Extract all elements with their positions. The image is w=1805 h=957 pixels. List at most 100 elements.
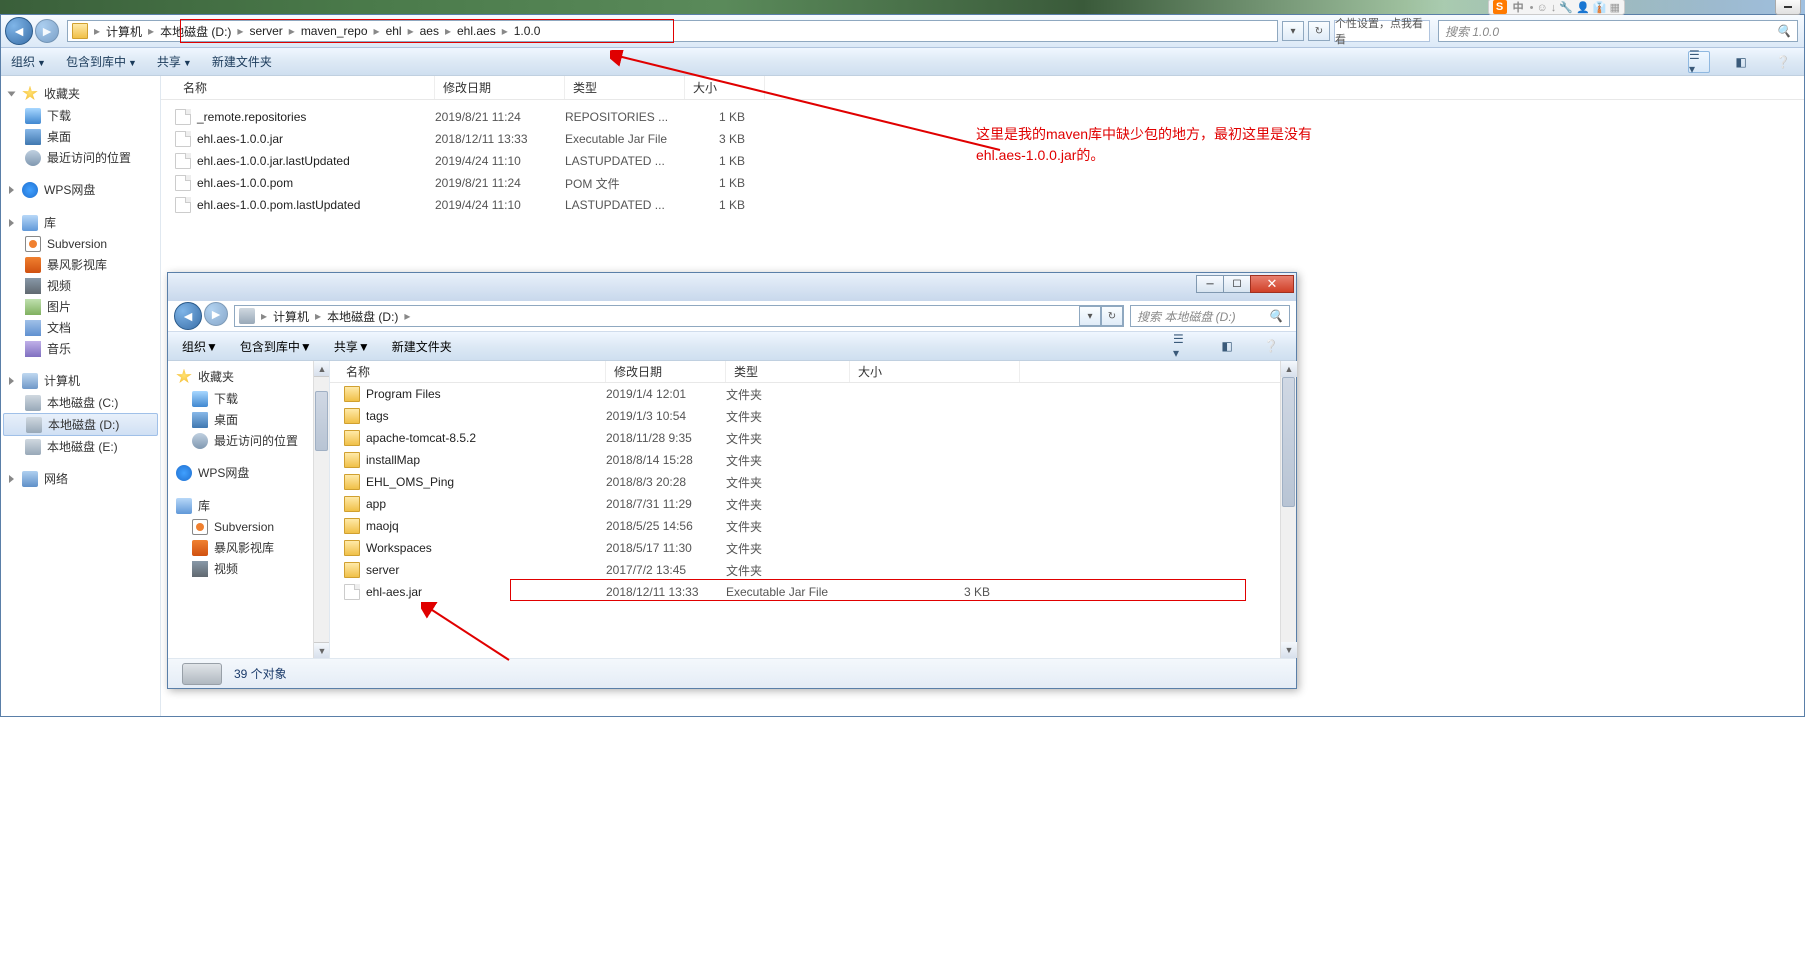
file-row[interactable]: app2018/7/31 11:29文件夹: [338, 493, 1296, 515]
inner-sidebar-desktop[interactable]: 桌面: [168, 409, 329, 430]
inner-column-size[interactable]: 大小: [850, 361, 1020, 382]
inner-column-date[interactable]: 修改日期: [606, 361, 726, 382]
forward-button[interactable]: ►: [35, 19, 59, 43]
inner-organize-menu[interactable]: 组织▼: [182, 338, 218, 355]
file-row[interactable]: Workspaces2018/5/17 11:30文件夹: [338, 537, 1296, 559]
inner-column-name[interactable]: 名称: [338, 361, 606, 382]
sidebar-item-music[interactable]: 音乐: [1, 338, 160, 359]
include-in-library-menu[interactable]: 包含到库中▼: [66, 53, 137, 70]
inner-sidebar-videos[interactable]: 视频: [168, 558, 329, 579]
scrollbar-thumb[interactable]: [1282, 377, 1295, 507]
new-folder-button[interactable]: 新建文件夹: [212, 53, 272, 70]
inner-sidebar-recent[interactable]: 最近访问的位置: [168, 430, 329, 451]
file-row[interactable]: installMap2018/8/14 15:28文件夹: [338, 449, 1296, 471]
inner-column-type[interactable]: 类型: [726, 361, 850, 382]
file-type: 文件夹: [726, 430, 850, 447]
view-options-button[interactable]: ☰ ▾: [1688, 51, 1710, 73]
inner-address-bar[interactable]: ▸ 计算机▸ 本地磁盘 (D:)▸ ▾ ↻: [234, 305, 1124, 327]
file-row[interactable]: ehl-aes.jar2018/12/11 13:33Executable Ja…: [338, 581, 1296, 603]
sidebar-item-subversion[interactable]: Subversion: [1, 234, 160, 254]
inner-sidebar-subversion[interactable]: Subversion: [168, 517, 329, 537]
column-header-name[interactable]: 名称: [175, 76, 435, 99]
inner-forward-button[interactable]: ►: [204, 302, 228, 326]
scrollbar-down-icon[interactable]: ▼: [1281, 642, 1297, 658]
file-row[interactable]: tags2019/1/3 10:54文件夹: [338, 405, 1296, 427]
breadcrumb[interactable]: 计算机: [269, 308, 313, 325]
inner-content-scrollbar[interactable]: ▲ ▼: [1280, 361, 1296, 658]
breadcrumb[interactable]: 计算机: [102, 23, 146, 40]
back-button[interactable]: ◄: [5, 17, 33, 45]
sidebar-group-computer[interactable]: 计算机: [1, 369, 160, 392]
inner-sidebar-libraries[interactable]: 库: [168, 494, 329, 517]
file-row[interactable]: maojq2018/5/25 14:56文件夹: [338, 515, 1296, 537]
inner-share-menu[interactable]: 共享▼: [334, 338, 370, 355]
sidebar-item-disk-c[interactable]: 本地磁盘 (C:): [1, 392, 160, 413]
breadcrumb[interactable]: maven_repo: [297, 24, 372, 38]
inner-minimize-button[interactable]: ─: [1196, 275, 1224, 293]
sidebar-item-disk-d[interactable]: 本地磁盘 (D:): [3, 413, 158, 436]
inner-sidebar-wps[interactable]: WPS网盘: [168, 461, 329, 484]
breadcrumb[interactable]: 1.0.0: [510, 24, 545, 38]
tip-box[interactable]: 个性设置，点我看看: [1334, 20, 1430, 42]
column-header-type[interactable]: 类型: [565, 76, 685, 99]
breadcrumb[interactable]: ehl.aes: [453, 24, 500, 38]
inner-sidebar-baofeng[interactable]: 暴风影视库: [168, 537, 329, 558]
scrollbar-down-icon[interactable]: ▼: [314, 642, 330, 658]
sidebar-item-disk-e[interactable]: 本地磁盘 (E:): [1, 436, 160, 457]
ime-toolbar[interactable]: S 中 • ☺ ↓ 🔧 👤 👔 ▦: [1488, 0, 1625, 15]
sidebar-item-baofeng[interactable]: 暴风影视库: [1, 254, 160, 275]
file-row[interactable]: EHL_OMS_Ping2018/8/3 20:28文件夹: [338, 471, 1296, 493]
inner-preview-pane-button[interactable]: ◧: [1216, 335, 1238, 357]
file-row[interactable]: ehl.aes-1.0.0.pom.lastUpdated2019/4/24 1…: [175, 194, 1804, 216]
scrollbar-up-icon[interactable]: ▲: [1281, 361, 1297, 377]
minimize-button[interactable]: [1775, 0, 1801, 15]
inner-new-folder-button[interactable]: 新建文件夹: [392, 338, 452, 355]
sidebar-item-recent[interactable]: 最近访问的位置: [1, 147, 160, 168]
file-name: ehl.aes-1.0.0.pom: [197, 176, 293, 190]
breadcrumb[interactable]: 本地磁盘 (D:): [323, 308, 402, 325]
ime-lang: 中: [1513, 0, 1524, 15]
inner-include-menu[interactable]: 包含到库中▼: [240, 338, 312, 355]
dropdown-button[interactable]: ▾: [1282, 21, 1304, 41]
search-input[interactable]: 搜索 1.0.0 🔍: [1438, 20, 1798, 42]
column-header-date[interactable]: 修改日期: [435, 76, 565, 99]
scrollbar-thumb[interactable]: [315, 391, 328, 451]
breadcrumb[interactable]: aes: [416, 24, 443, 38]
breadcrumb[interactable]: server: [245, 24, 286, 38]
inner-sidebar-favorites[interactable]: 收藏夹: [168, 365, 329, 388]
scrollbar-up-icon[interactable]: ▲: [314, 361, 330, 377]
sidebar-group-favorites[interactable]: 收藏夹: [1, 82, 160, 105]
sidebar-group-network[interactable]: 网络: [1, 467, 160, 490]
sidebar-item-pictures[interactable]: 图片: [1, 296, 160, 317]
breadcrumb[interactable]: ehl: [382, 24, 406, 38]
inner-back-button[interactable]: ◄: [174, 302, 202, 330]
sidebar-item-downloads[interactable]: 下载: [1, 105, 160, 126]
inner-sidebar-scrollbar[interactable]: ▲ ▼: [313, 361, 329, 658]
sogou-logo-icon: S: [1493, 0, 1507, 14]
inner-help-button[interactable]: ❔: [1260, 335, 1282, 357]
inner-view-options-button[interactable]: ☰ ▾: [1172, 335, 1194, 357]
column-header-size[interactable]: 大小: [685, 76, 765, 99]
breadcrumb[interactable]: 本地磁盘 (D:): [156, 23, 235, 40]
address-bar[interactable]: ▸ 计算机▸ 本地磁盘 (D:)▸ server▸ maven_repo▸ eh…: [67, 20, 1278, 42]
inner-close-button[interactable]: ✕: [1250, 275, 1294, 293]
preview-pane-button[interactable]: ◧: [1730, 51, 1752, 73]
inner-refresh-button[interactable]: ↻: [1101, 306, 1123, 326]
sidebar-group-libraries[interactable]: 库: [1, 211, 160, 234]
file-row[interactable]: ehl.aes-1.0.0.pom2019/8/21 11:24POM 文件1 …: [175, 172, 1804, 194]
refresh-button[interactable]: ↻: [1308, 21, 1330, 41]
help-button[interactable]: ❔: [1772, 51, 1794, 73]
sidebar-item-documents[interactable]: 文档: [1, 317, 160, 338]
sidebar-group-wps[interactable]: WPS网盘: [1, 178, 160, 201]
sidebar-item-videos[interactable]: 视频: [1, 275, 160, 296]
file-row[interactable]: Program Files2019/1/4 12:01文件夹: [338, 383, 1296, 405]
inner-search-input[interactable]: 搜索 本地磁盘 (D:) 🔍: [1130, 305, 1290, 327]
inner-dropdown-button[interactable]: ▾: [1079, 306, 1101, 326]
file-row[interactable]: server2017/7/2 13:45文件夹: [338, 559, 1296, 581]
inner-maximize-button[interactable]: ☐: [1223, 275, 1251, 293]
inner-sidebar-downloads[interactable]: 下载: [168, 388, 329, 409]
organize-menu[interactable]: 组织▼: [11, 53, 46, 70]
sidebar-item-desktop[interactable]: 桌面: [1, 126, 160, 147]
share-menu[interactable]: 共享▼: [157, 53, 192, 70]
file-row[interactable]: apache-tomcat-8.5.22018/11/28 9:35文件夹: [338, 427, 1296, 449]
